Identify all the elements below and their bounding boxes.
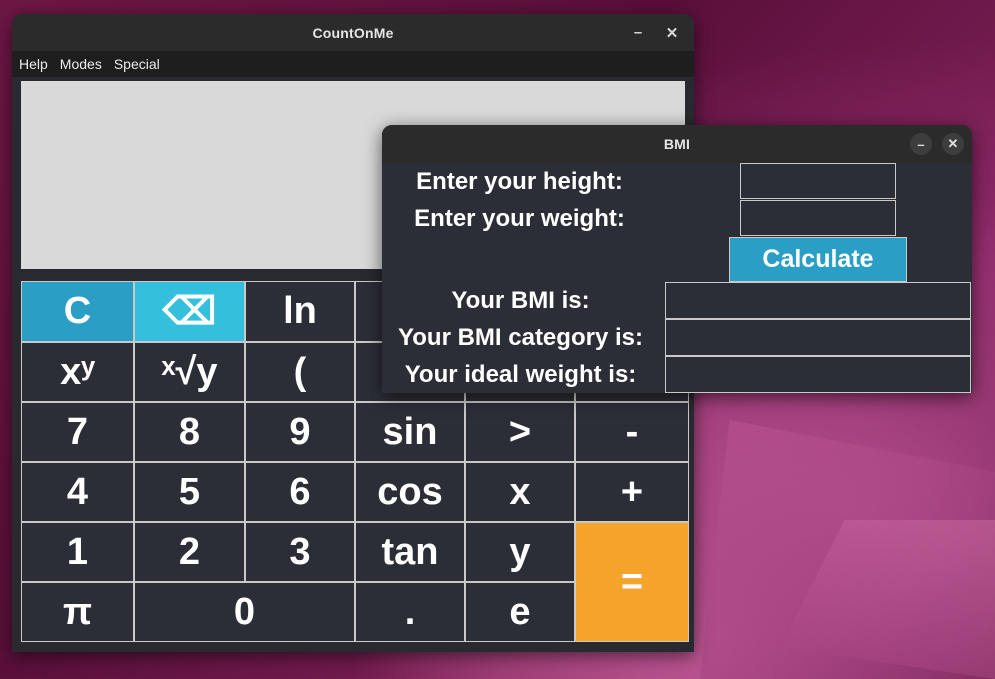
e-button[interactable]: e	[465, 582, 575, 642]
y-variable-button[interactable]: y	[465, 522, 575, 582]
four-button[interactable]: 4	[21, 462, 134, 522]
pi-button[interactable]: π	[21, 582, 134, 642]
equals-button[interactable]: =	[575, 522, 689, 642]
open-paren-button[interactable]: (	[245, 342, 355, 402]
calculator-titlebar[interactable]: CountOnMe – ✕	[12, 14, 694, 51]
menu-bar: Help Modes Special	[12, 51, 694, 77]
decimal-button[interactable]: .	[355, 582, 465, 642]
menu-modes[interactable]: Modes	[60, 56, 108, 72]
menu-help[interactable]: Help	[19, 56, 54, 72]
eight-button[interactable]: 8	[134, 402, 245, 462]
close-icon[interactable]: ✕	[942, 133, 964, 155]
height-input[interactable]	[740, 163, 896, 199]
close-icon[interactable]: ✕	[662, 23, 682, 43]
bmi-titlebar[interactable]: BMI – ✕	[382, 125, 972, 163]
backspace-button[interactable]: ⌫	[134, 281, 245, 342]
two-button[interactable]: 2	[134, 522, 245, 582]
bmi-result-field	[665, 282, 971, 319]
menu-special[interactable]: Special	[114, 56, 166, 72]
seven-button[interactable]: 7	[21, 402, 134, 462]
bmi-category-field	[665, 319, 971, 356]
weight-input[interactable]	[740, 200, 896, 236]
root-button[interactable]: ˣ√y	[134, 342, 245, 402]
height-label: Enter your height:	[416, 168, 623, 195]
ideal-weight-label: Your ideal weight is:	[404, 361, 637, 388]
clear-button[interactable]: C	[21, 281, 134, 342]
ln-button[interactable]: ln	[245, 281, 355, 342]
five-button[interactable]: 5	[134, 462, 245, 522]
sin-button[interactable]: sin	[355, 402, 465, 462]
three-button[interactable]: 3	[245, 522, 355, 582]
weight-label: Enter your weight:	[414, 205, 625, 232]
cos-button[interactable]: cos	[355, 462, 465, 522]
power-button[interactable]: xʸ	[21, 342, 134, 402]
bmi-window: BMI – ✕ Enter your height: Enter your we…	[382, 125, 972, 393]
minus-button[interactable]: -	[575, 402, 689, 462]
bmi-window-title: BMI	[663, 136, 691, 152]
nine-button[interactable]: 9	[245, 402, 355, 462]
calculate-button[interactable]: Calculate	[729, 237, 907, 282]
ideal-weight-field	[665, 356, 971, 393]
greater-than-button[interactable]: >	[465, 402, 575, 462]
minimize-icon[interactable]: –	[628, 23, 648, 43]
zero-button[interactable]: 0	[134, 582, 355, 642]
plus-button[interactable]: +	[575, 462, 689, 522]
bmi-result-label: Your BMI is:	[451, 287, 590, 314]
bmi-category-label: Your BMI category is:	[398, 324, 643, 351]
tan-button[interactable]: tan	[355, 522, 465, 582]
one-button[interactable]: 1	[21, 522, 134, 582]
window-title: CountOnMe	[312, 24, 394, 41]
minimize-icon[interactable]: –	[910, 133, 932, 155]
six-button[interactable]: 6	[245, 462, 355, 522]
x-variable-button[interactable]: x	[465, 462, 575, 522]
